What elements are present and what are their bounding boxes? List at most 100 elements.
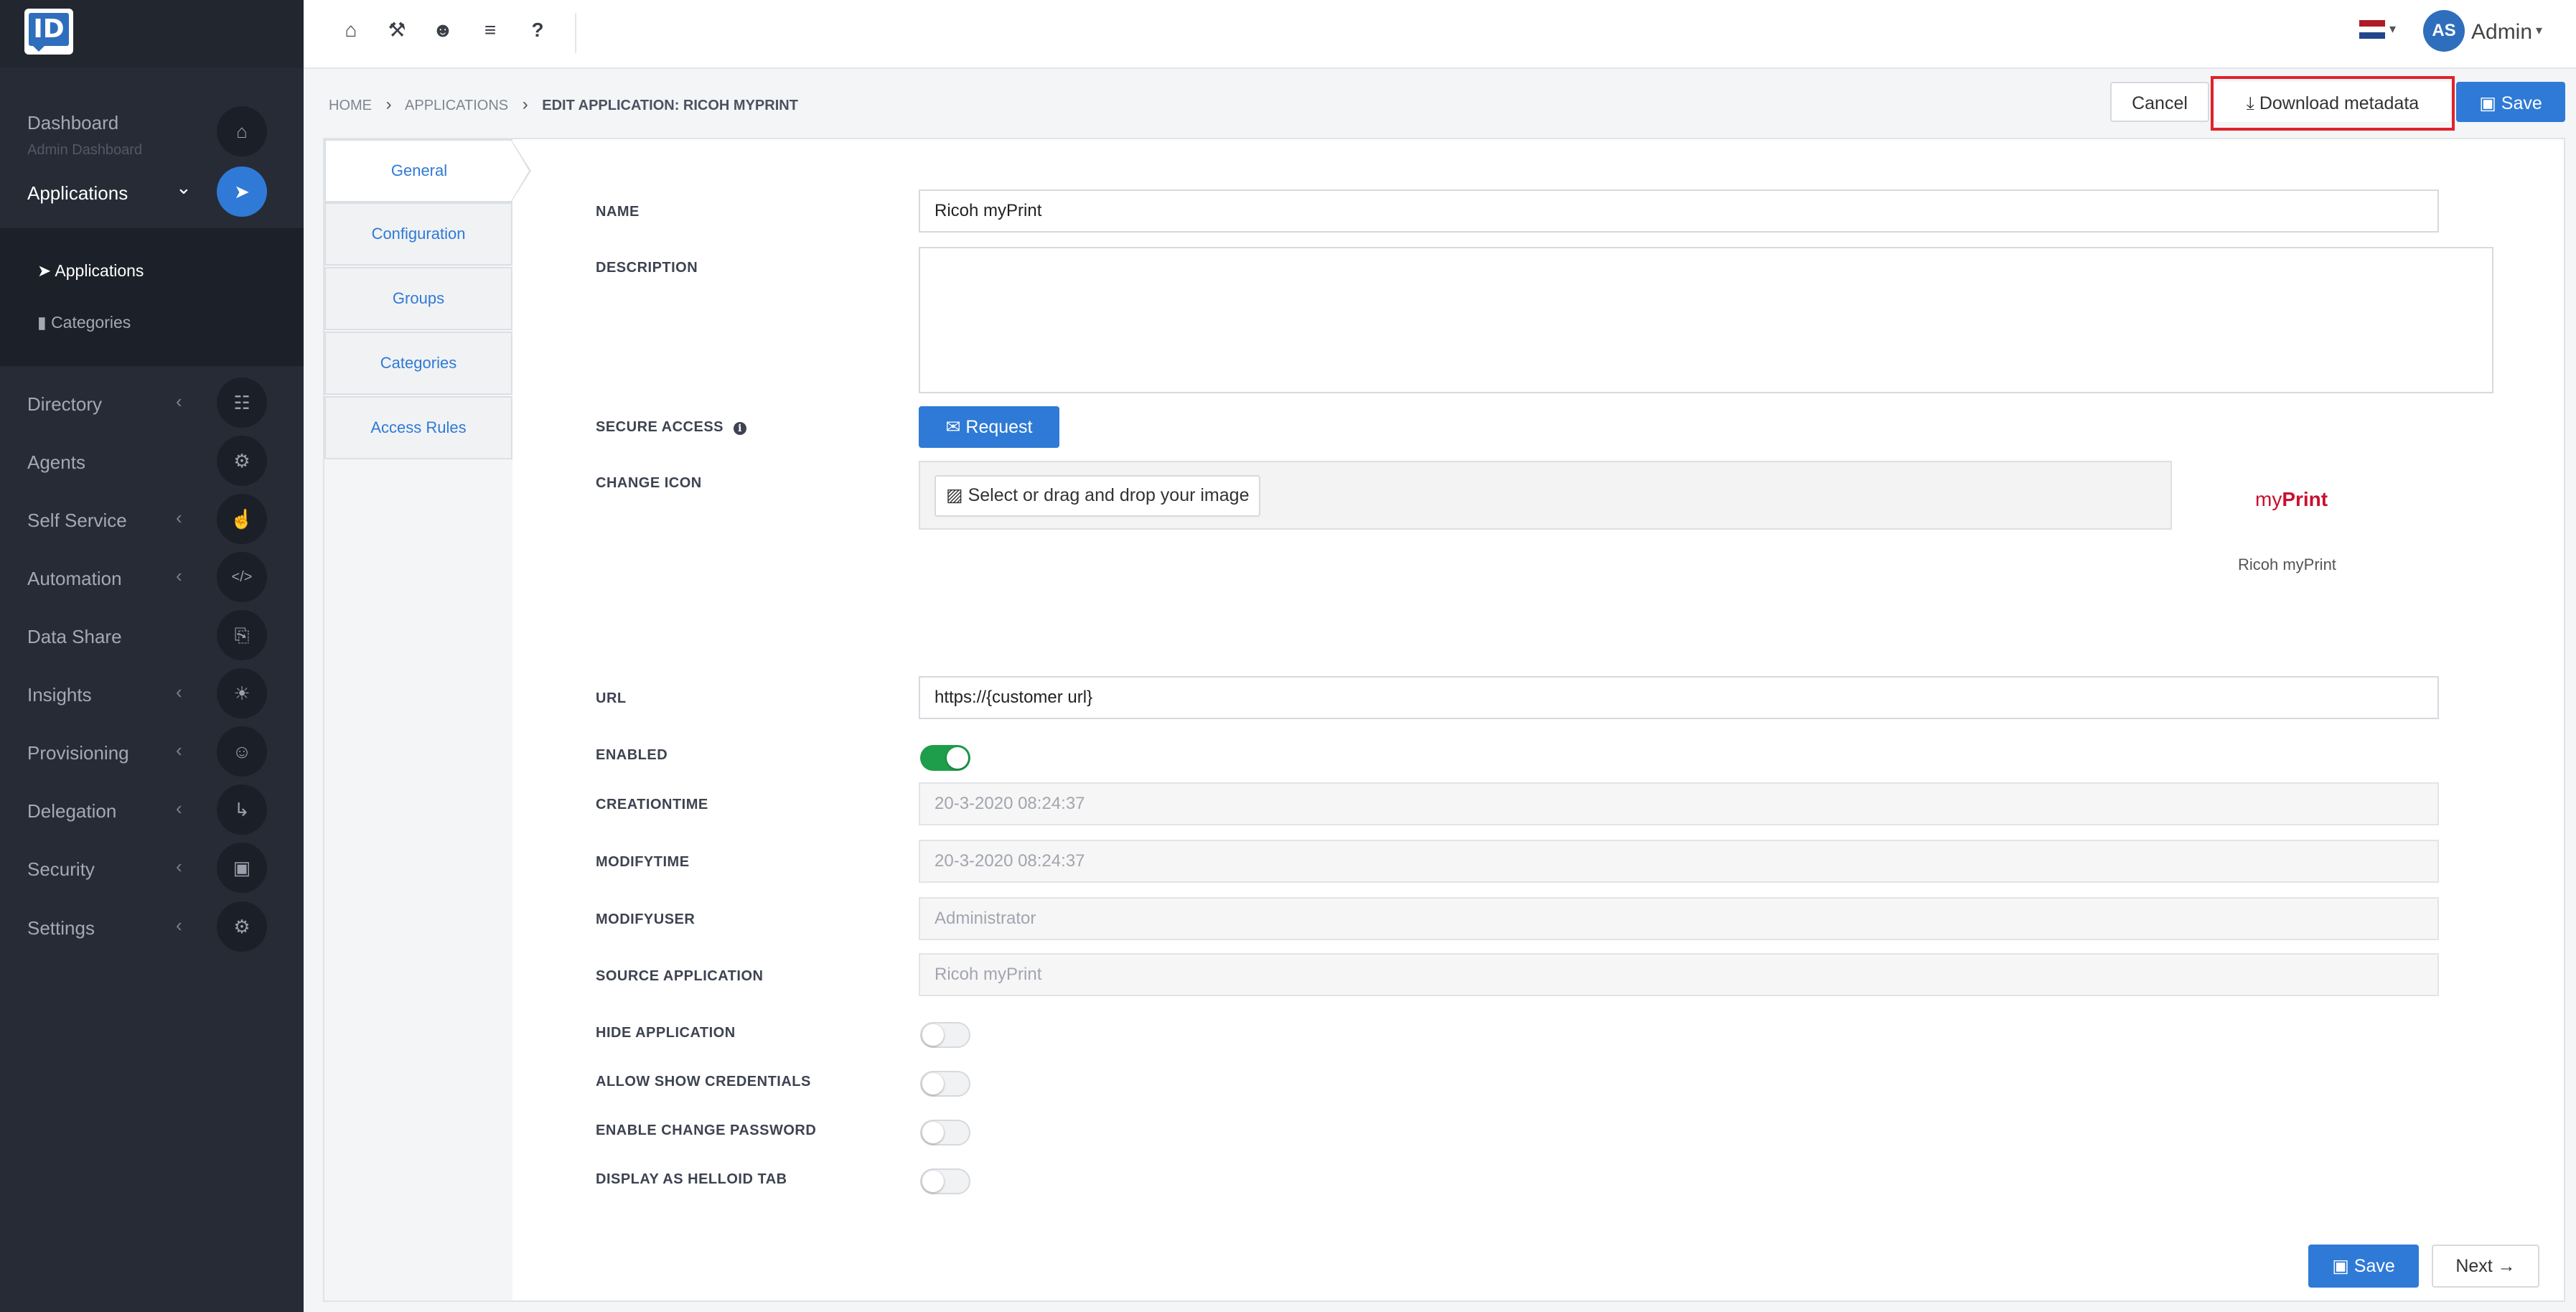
chevron-right-icon: › (385, 95, 392, 114)
chevron-left-icon: ‹ (176, 681, 182, 703)
app-icon-preview: myPrint (2255, 488, 2328, 511)
creationtime-field: 20-3-2020 08:24:37 (919, 782, 2439, 825)
sidebar-item-label: Delegation (27, 800, 117, 822)
description-textarea[interactable] (919, 247, 2493, 393)
select-image-label: Select or drag and drop your image (968, 485, 1250, 505)
source-application-label: SOURCE APPLICATION (596, 968, 764, 984)
url-label: URL (596, 690, 627, 706)
display-helloid-tab-label: DISPLAY AS HELLOID TAB (596, 1171, 787, 1187)
users-icon[interactable]: ☺ (217, 726, 267, 777)
logo-tail (32, 44, 46, 52)
level-down-icon[interactable]: ↳ (217, 784, 267, 835)
lightbulb-icon[interactable]: ☀ (217, 668, 267, 718)
flag-nl-icon[interactable] (2359, 20, 2385, 39)
request-button[interactable]: ✉ Request (919, 406, 1059, 448)
avatar[interactable]: AS (2423, 10, 2465, 52)
code-icon[interactable]: </> (217, 552, 267, 602)
sidebar-item-agents[interactable]: Agents ⚙ (0, 436, 304, 486)
sidebar-item-directory[interactable]: Directory ‹ ☷ (0, 378, 304, 428)
save-button-bottom[interactable]: ▣ Save (2308, 1245, 2419, 1288)
url-input[interactable]: https://{customer url} (919, 676, 2439, 719)
bar-chart-icon[interactable]: ≡ (474, 14, 506, 46)
user-name[interactable]: Admin (2471, 20, 2532, 44)
icon-dropzone[interactable]: ▨ Select or drag and drop your image (919, 461, 2172, 530)
chevron-left-icon: ‹ (176, 797, 182, 819)
chevron-left-icon: ‹ (176, 914, 182, 936)
enable-change-password-toggle[interactable] (920, 1120, 970, 1145)
sidebar-item-label: Applications (27, 182, 128, 204)
tab-configuration[interactable]: Configuration (324, 202, 512, 266)
sidebar-item-dashboard[interactable]: Dashboard Admin Dashboard ⌂ (0, 106, 304, 158)
sidebar-item-provisioning[interactable]: Provisioning ‹ ☺ (0, 726, 304, 777)
sidebar-subpanel-applications: ➤ Applications ▮ Categories (0, 228, 304, 366)
sidebar-item-label: Self Service (27, 510, 127, 531)
lock-icon[interactable]: ▣ (217, 843, 267, 893)
info-icon[interactable]: i (734, 422, 747, 435)
allow-show-credentials-toggle[interactable] (920, 1071, 970, 1097)
chevron-left-icon: ‹ (176, 739, 182, 761)
share-icon[interactable]: ⎘ (217, 610, 267, 660)
sidebar-item-self-service[interactable]: Self Service ‹ ☝ (0, 494, 304, 544)
display-helloid-tab-toggle[interactable] (920, 1168, 970, 1194)
top-bar: ⌂ ⚒ ☻ ≡ ? ▾ AS Admin ▾ (304, 0, 2576, 69)
flag-stripe-red (2359, 20, 2385, 27)
name-input[interactable]: Ricoh myPrint (919, 189, 2439, 233)
tab-categories[interactable]: Categories (324, 332, 512, 395)
next-button[interactable]: Next → (2432, 1245, 2539, 1288)
tab-groups[interactable]: Groups (324, 267, 512, 330)
image-icon: ▨ (946, 485, 963, 505)
gear-icon[interactable]: ⚙ (217, 901, 267, 952)
sidebar-item-settings[interactable]: Settings ‹ ⚙ (0, 901, 304, 952)
user-menu-caret-icon[interactable]: ▾ (2536, 23, 2542, 38)
enabled-label: ENABLED (596, 747, 668, 763)
sidebar-subitem-applications[interactable]: ➤ Applications (37, 261, 144, 281)
tab-general[interactable]: General (324, 139, 512, 202)
envelope-icon: ✉ (945, 417, 961, 437)
select-image-button[interactable]: ▨ Select or drag and drop your image (935, 475, 1261, 517)
user-icon[interactable]: ☻ (427, 14, 459, 46)
save-icon: ▣ (2479, 93, 2496, 113)
enabled-toggle[interactable] (920, 745, 970, 771)
sidebar-item-security[interactable]: Security ‹ ▣ (0, 843, 304, 893)
app-preview-name: Ricoh myPrint (2238, 556, 2336, 573)
sidebar-item-label: Directory (27, 393, 103, 415)
save-label: Save (2501, 93, 2542, 113)
sidebar-item-label: Security (27, 858, 95, 880)
home-icon[interactable]: ⌂ (217, 106, 267, 156)
save-button-top[interactable]: ▣ Save (2456, 82, 2565, 122)
sidebar-item-sublabel: Admin Dashboard (27, 142, 143, 158)
sitemap-icon[interactable]: ☷ (217, 378, 267, 428)
sidebar-item-label: Agents (27, 451, 85, 473)
sidebar-subitem-label: Categories (51, 313, 131, 332)
sidebar-item-label: Provisioning (27, 742, 129, 764)
flag-stripe-white (2359, 26, 2385, 33)
sidebar-item-automation[interactable]: Automation ‹ </> (0, 552, 304, 602)
name-label: NAME (596, 204, 640, 220)
home-icon[interactable]: ⌂ (335, 14, 367, 46)
agents-icon[interactable]: ⚙ (217, 436, 267, 486)
sidebar-item-data-share[interactable]: Data Share ⎘ (0, 610, 304, 660)
sidebar-item-insights[interactable]: Insights ‹ ☀ (0, 668, 304, 718)
tab-access-rules[interactable]: Access Rules (324, 396, 512, 459)
hide-application-toggle[interactable] (920, 1022, 970, 1048)
helloid-logo[interactable]: ID (24, 9, 73, 55)
sidebar-item-delegation[interactable]: Delegation ‹ ↳ (0, 784, 304, 835)
active-tab-arrow-inner (511, 141, 529, 201)
language-caret-icon[interactable]: ▾ (2389, 22, 2396, 37)
toolbar-divider (575, 13, 576, 53)
cancel-button[interactable]: Cancel (2110, 82, 2209, 122)
wrench-icon[interactable]: ⚒ (381, 14, 413, 46)
rocket-icon[interactable]: ➤ (217, 167, 267, 217)
help-icon[interactable]: ? (522, 14, 553, 46)
rocket-icon: ➤ (37, 261, 52, 280)
hide-application-label: HIDE APPLICATION (596, 1025, 736, 1041)
sidebar-subitem-categories[interactable]: ▮ Categories (37, 313, 131, 332)
breadcrumb-applications[interactable]: APPLICATIONS (405, 98, 508, 113)
hand-pointer-icon[interactable]: ☝ (217, 494, 267, 544)
sidebar-item-applications[interactable]: Applications ⌄ ➤ (0, 167, 304, 217)
modifytime-label: MODIFYTIME (596, 854, 690, 870)
chevron-right-icon: › (522, 95, 528, 114)
breadcrumb-home[interactable]: HOME (329, 98, 372, 113)
creationtime-label: CREATIONTIME (596, 797, 708, 812)
sidebar-item-label: Dashboard (27, 112, 119, 133)
